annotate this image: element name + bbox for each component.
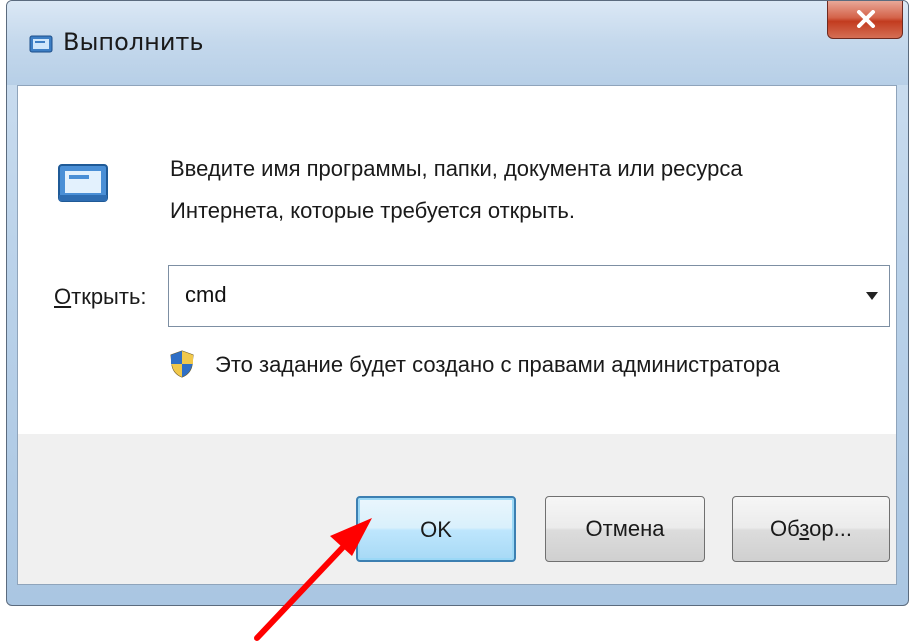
chevron-down-icon [866, 292, 878, 300]
description-line-2: Интернета, которые требуется открыть. [170, 198, 575, 223]
browse-button[interactable]: Обзор... [732, 496, 890, 562]
open-combobox[interactable]: cmd [168, 265, 890, 327]
browse-label-start: Об [770, 516, 800, 541]
run-icon [29, 35, 53, 53]
open-label-accesskey: О [54, 284, 72, 309]
title-bar[interactable]: Выполнить [7, 1, 908, 85]
dialog-body: Введите имя программы, папки, документа … [17, 85, 897, 585]
admin-privileges-note: Это задание будет создано с правами адми… [215, 352, 780, 377]
browse-label-end: ор... [809, 516, 852, 541]
ok-button[interactable]: OK [356, 496, 516, 562]
run-icon [58, 164, 108, 202]
dialog-description: Введите имя программы, папки, документа … [170, 148, 743, 232]
open-label-text: ткрыть: [71, 284, 147, 309]
window-title: Выполнить [63, 28, 204, 56]
open-label: Открыть: [54, 284, 147, 310]
cancel-button[interactable]: Отмена [545, 496, 705, 562]
close-button[interactable] [827, 1, 903, 39]
run-dialog: Выполнить Введите имя программы, папки, … [6, 0, 909, 606]
open-input[interactable]: cmd [185, 282, 227, 308]
uac-shield-icon [170, 350, 194, 378]
dropdown-button[interactable] [859, 268, 885, 324]
dialog-content-area: Введите имя программы, папки, документа … [18, 86, 896, 434]
browse-label-accesskey: з [799, 516, 810, 541]
description-line-1: Введите имя программы, папки, документа … [170, 156, 743, 181]
close-icon [857, 10, 875, 28]
